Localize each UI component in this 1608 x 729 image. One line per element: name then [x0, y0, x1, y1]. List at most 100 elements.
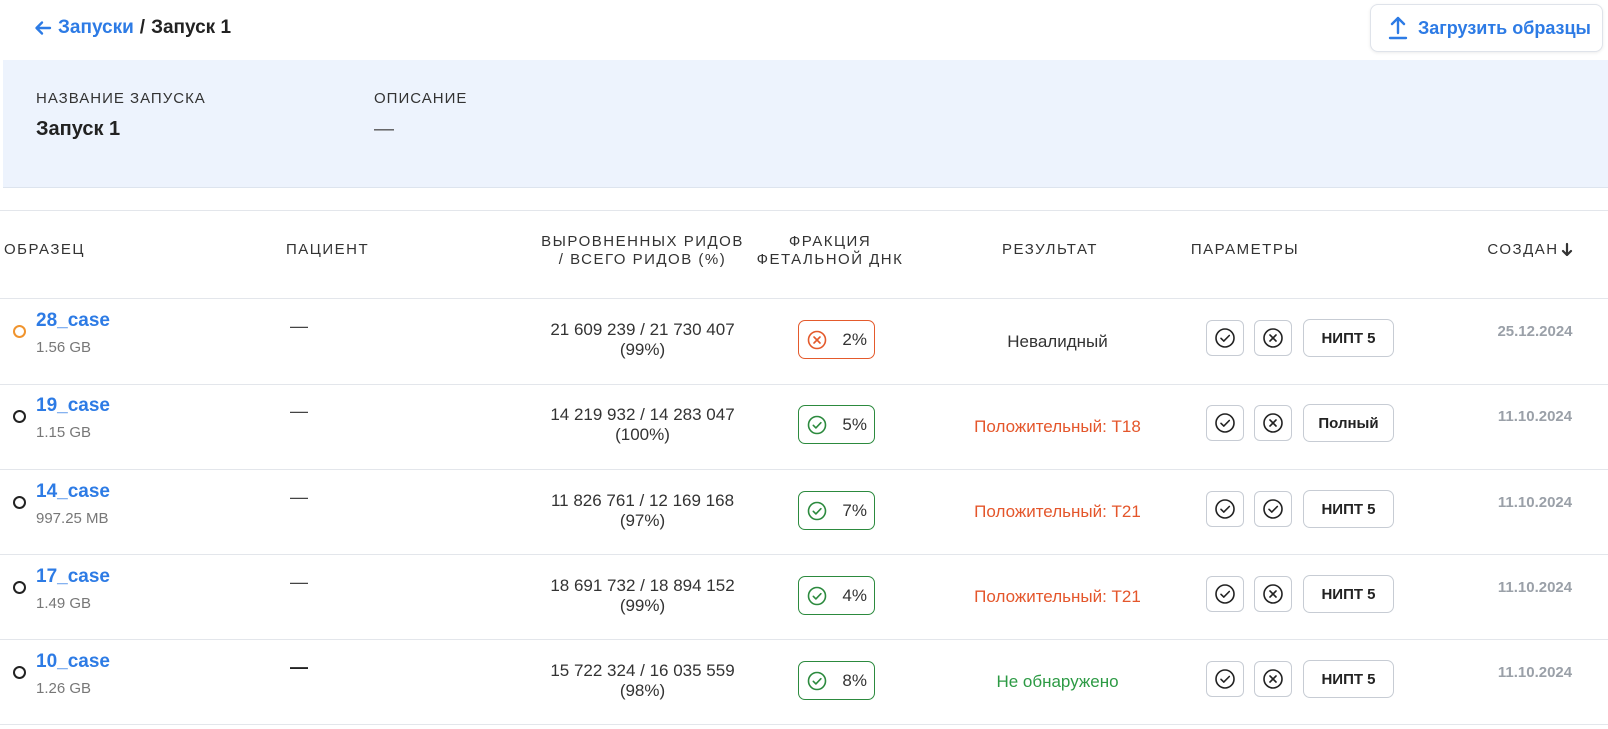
fetal-fraction-badge: 8%	[798, 661, 875, 700]
column-header-fraction[interactable]: ФРАКЦИЯ ФЕТАЛЬНОЙ ДНК	[750, 233, 910, 269]
status-dot-icon	[13, 496, 26, 509]
patient-value: —	[290, 487, 308, 507]
breadcrumb-separator: /	[139, 17, 146, 38]
upload-samples-label: Загрузить образцы	[1418, 17, 1591, 38]
table-row[interactable]: 19_case 1.15 GB — 14 219 932 / 14 283 04…	[0, 385, 1608, 470]
fetal-fraction-value: 5%	[842, 414, 867, 434]
mode-button[interactable]: Полный	[1303, 404, 1394, 442]
column-header-created[interactable]: СОЗДАН	[1470, 241, 1590, 259]
fetal-fraction-badge: 4%	[798, 576, 875, 615]
column-header-params[interactable]: ПАРАМЕТРЫ	[1170, 241, 1320, 259]
reads-percent: (99%)	[619, 340, 666, 359]
check-circle-icon	[1263, 499, 1283, 519]
fetal-fraction-value: 8%	[842, 670, 867, 690]
sample-name-link[interactable]: 10_case	[36, 651, 110, 673]
reads-value: 18 691 732 / 18 894 152 (99%)	[535, 576, 750, 616]
reads-counts: 11 826 761 / 12 169 168	[550, 491, 735, 510]
reads-counts: 21 609 239 / 21 730 407	[550, 320, 735, 339]
table-row[interactable]: 14_case 997.25 MB — 11 826 761 / 12 169 …	[0, 470, 1608, 555]
x-circle-icon	[1263, 584, 1283, 604]
column-header-result[interactable]: РЕЗУЛЬТАТ	[960, 241, 1140, 259]
description-label: ОПИСАНИЕ	[374, 90, 468, 107]
breadcrumb-runs-link[interactable]: Запуски	[58, 17, 134, 39]
patient-value: —	[290, 657, 308, 677]
fetal-fraction-badge: 5%	[798, 405, 875, 444]
breadcrumb: Запуски / Запуск 1	[33, 17, 231, 39]
sample-name-link[interactable]: 14_case	[36, 481, 110, 503]
table-row[interactable]: 10_case 1.26 GB — 15 722 324 / 16 035 55…	[0, 640, 1608, 725]
param-cross-button[interactable]	[1254, 405, 1292, 441]
check-circle-icon	[807, 586, 827, 606]
reads-counts: 18 691 732 / 18 894 152	[550, 576, 735, 595]
column-header-reads[interactable]: ВЫРОВНЕННЫХ РИДОВ / ВСЕГО РИДОВ (%)	[535, 233, 750, 269]
upload-samples-button[interactable]: Загрузить образцы	[1370, 4, 1603, 52]
x-circle-icon	[1263, 413, 1283, 433]
mode-button[interactable]: НИПТ 5	[1303, 575, 1394, 613]
fetal-fraction-value: 2%	[842, 329, 867, 349]
check-circle-icon	[1215, 328, 1235, 348]
sample-size: 1.56 GB	[36, 339, 92, 356]
arrow-down-icon	[1561, 242, 1573, 258]
mode-button[interactable]: НИПТ 5	[1303, 490, 1394, 528]
patient-value: —	[290, 572, 308, 592]
sample-size: 1.49 GB	[36, 595, 92, 612]
table-row[interactable]: 17_case 1.49 GB — 18 691 732 / 18 894 15…	[0, 555, 1608, 640]
x-circle-icon	[1263, 328, 1283, 348]
sample-size: 997.25 MB	[36, 510, 109, 527]
column-header-fraction-line2: ФЕТАЛЬНОЙ ДНК	[756, 251, 904, 268]
sample-name-link[interactable]: 28_case	[36, 310, 110, 332]
param-cross-button[interactable]	[1254, 320, 1292, 356]
created-date: 25.12.2024	[1497, 323, 1573, 340]
check-circle-icon	[807, 671, 827, 691]
patient-value: —	[290, 401, 308, 421]
status-dot-icon	[13, 325, 26, 338]
reads-percent: (97%)	[619, 511, 666, 530]
check-circle-icon	[807, 501, 827, 521]
param-check-button[interactable]	[1206, 491, 1244, 527]
arrow-left-icon[interactable]	[33, 18, 53, 38]
param-check-button-2[interactable]	[1254, 491, 1292, 527]
status-dot-icon	[13, 666, 26, 679]
reads-percent: (100%)	[615, 425, 670, 444]
reads-value: 11 826 761 / 12 169 168 (97%)	[535, 491, 750, 531]
param-cross-button[interactable]	[1254, 576, 1292, 612]
fetal-fraction-badge: 7%	[798, 491, 875, 530]
fetal-fraction-value: 7%	[842, 500, 867, 520]
param-check-button[interactable]	[1206, 405, 1244, 441]
mode-button[interactable]: НИПТ 5	[1303, 319, 1394, 357]
column-header-fraction-line1: ФРАКЦИЯ	[788, 233, 872, 250]
run-info-panel: НАЗВАНИЕ ЗАПУСКА Запуск 1 ОПИСАНИЕ —	[3, 60, 1608, 188]
reads-percent: (99%)	[619, 596, 666, 615]
column-header-sample[interactable]: ОБРАЗЕЦ	[4, 241, 85, 259]
mode-button[interactable]: НИПТ 5	[1303, 660, 1394, 698]
fetal-fraction-value: 4%	[842, 585, 867, 605]
param-check-button[interactable]	[1206, 320, 1244, 356]
created-date: 11.10.2024	[1497, 664, 1573, 681]
sample-size: 1.15 GB	[36, 424, 92, 441]
result-value: Положительный: T18	[974, 417, 1141, 436]
check-circle-icon	[1215, 584, 1235, 604]
check-circle-icon	[1215, 413, 1235, 433]
sample-name-link[interactable]: 17_case	[36, 566, 110, 588]
check-circle-icon	[1215, 669, 1235, 689]
reads-counts: 14 219 932 / 14 283 047	[550, 405, 735, 424]
param-check-button[interactable]	[1206, 576, 1244, 612]
result-value: Положительный: T21	[974, 587, 1141, 606]
sample-size: 1.26 GB	[36, 680, 92, 697]
reads-value: 14 219 932 / 14 283 047 (100%)	[535, 405, 750, 445]
x-circle-icon	[1263, 669, 1283, 689]
table-row[interactable]: 28_case 1.56 GB — 21 609 239 / 21 730 40…	[0, 300, 1608, 385]
sample-name-link[interactable]: 19_case	[36, 395, 110, 417]
column-header-created-label: СОЗДАН	[1487, 241, 1559, 258]
description-value: —	[374, 118, 394, 140]
breadcrumb-current: Запуск 1	[151, 17, 232, 38]
param-cross-button[interactable]	[1254, 661, 1292, 697]
reads-value: 21 609 239 / 21 730 407 (99%)	[535, 320, 750, 360]
column-header-patient[interactable]: ПАЦИЕНТ	[286, 241, 369, 259]
run-name-label: НАЗВАНИЕ ЗАПУСКА	[36, 90, 206, 107]
table-header: ОБРАЗЕЦ ПАЦИЕНТ ВЫРОВНЕННЫХ РИДОВ / ВСЕГ…	[0, 211, 1608, 299]
upload-icon	[1387, 15, 1409, 41]
param-check-button[interactable]	[1206, 661, 1244, 697]
column-header-reads-line2: / ВСЕГО РИДОВ (%)	[558, 251, 727, 268]
run-name-value: Запуск 1	[36, 118, 121, 140]
